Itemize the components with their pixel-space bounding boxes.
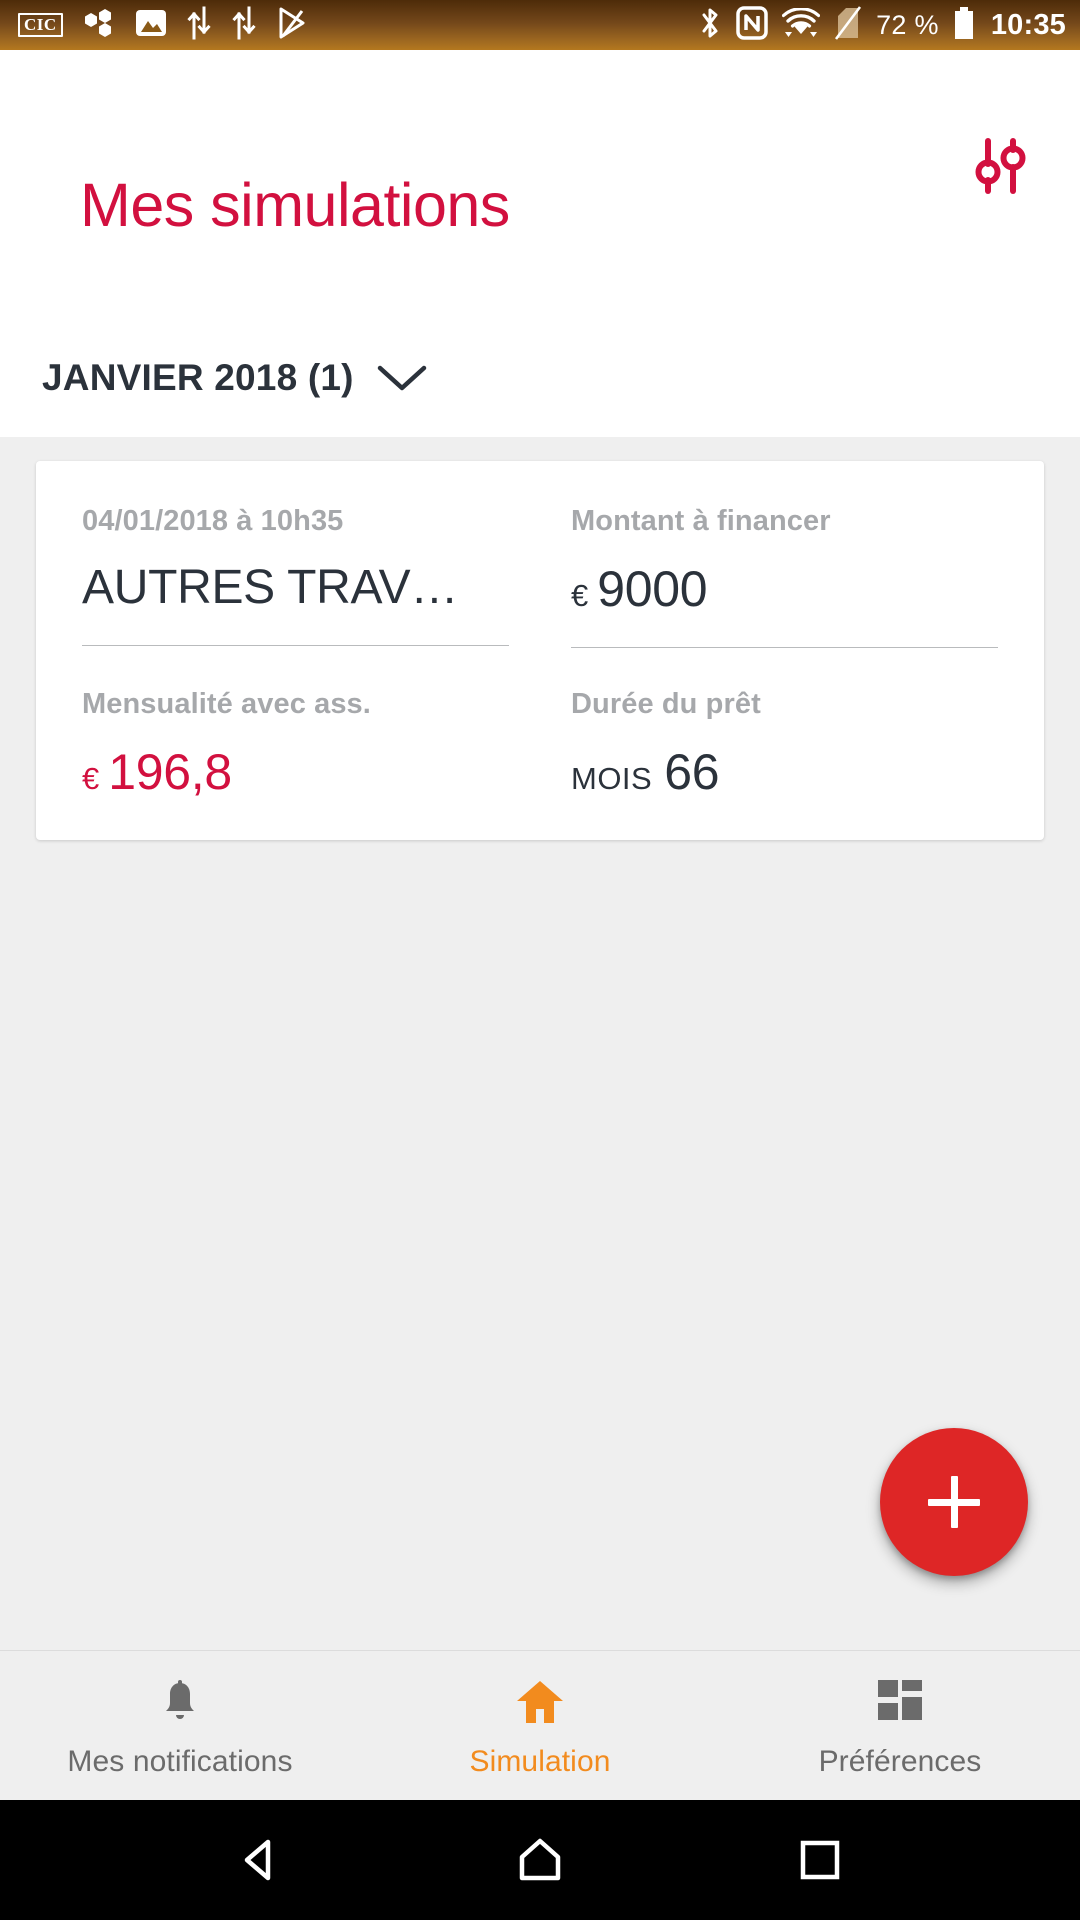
tab-preferences[interactable]: Préférences [720, 1651, 1080, 1800]
duration-value: MOIS 66 [571, 745, 998, 800]
simulations-list: 04/01/2018 à 10h35 AUTRES TRAV… Montant … [0, 437, 1080, 1650]
monthly-currency-unit: € [82, 761, 100, 796]
tab-simulation[interactable]: Simulation [360, 1651, 720, 1800]
status-bar-right-icons: 72 % 10:35 [698, 5, 1066, 45]
battery-icon [953, 6, 975, 45]
filter-sliders-icon[interactable] [962, 128, 1038, 204]
card-divider-left [82, 644, 509, 646]
status-bar: CIC 72 % 10:35 [0, 0, 1080, 50]
amount-label: Montant à financer [571, 505, 831, 537]
status-bar-left-icons: CIC [18, 6, 698, 45]
month-group-header[interactable]: JANVIER 2018 (1) [0, 236, 1080, 437]
page-title: Mes simulations [80, 171, 510, 239]
bluetooth-icon [698, 6, 722, 45]
amount-number: 9000 [597, 562, 708, 617]
data-transfer-icon [186, 6, 212, 45]
play-store-icon [276, 6, 310, 45]
monthly-payment-value: €196,8 [82, 745, 509, 800]
status-bar-clock: 10:35 [990, 8, 1066, 41]
simulation-date-cell: 04/01/2018 à 10h35 AUTRES TRAV… [82, 505, 509, 648]
amount-value: €9000 [571, 562, 998, 617]
duration-label: Durée du prêt [571, 688, 761, 720]
tab-label-preferences: Préférences [818, 1744, 982, 1778]
monthly-payment-cell: Mensualité avec ass. €196,8 [82, 648, 509, 800]
chevron-down-icon[interactable] [376, 362, 428, 399]
carrier-cic-icon: CIC [18, 13, 63, 37]
duration-number: 66 [664, 745, 720, 800]
plus-icon-vertical [950, 1476, 958, 1528]
amount-currency-unit: € [571, 578, 589, 613]
duration-unit: MOIS [571, 761, 653, 796]
bell-icon [157, 1679, 203, 1725]
wifi-icon [781, 6, 821, 43]
monthly-number: 196,8 [108, 745, 232, 800]
monthly-payment-label: Mensualité avec ass. [82, 688, 371, 720]
bottom-tab-bar: Mes notifications Simulation Préférences [0, 1650, 1080, 1800]
grid-tiles-icon [877, 1679, 923, 1725]
month-group-label: JANVIER 2018 (1) [42, 356, 354, 398]
back-triangle-icon[interactable] [205, 1805, 315, 1915]
photo-gallery-icon [135, 7, 167, 44]
home-outline-icon[interactable] [485, 1805, 595, 1915]
home-icon [516, 1679, 564, 1725]
duration-cell: Durée du prêt MOIS 66 [571, 648, 998, 800]
nfc-icon [736, 5, 768, 45]
android-system-nav [0, 1800, 1080, 1920]
simulation-card[interactable]: 04/01/2018 à 10h35 AUTRES TRAV… Montant … [36, 461, 1044, 840]
add-simulation-fab[interactable] [880, 1428, 1028, 1576]
amount-cell: Montant à financer €9000 [571, 505, 998, 648]
battery-percentage: 72 % [876, 9, 939, 40]
tab-label-notifications: Mes notifications [67, 1744, 293, 1778]
no-sim-icon [834, 5, 862, 45]
tab-label-simulation: Simulation [469, 1744, 611, 1778]
simulation-date: 04/01/2018 à 10h35 [82, 505, 344, 537]
simulation-project-type: AUTRES TRAV… [82, 562, 459, 614]
data-transfer-icon-2 [231, 6, 257, 45]
cluster-hexagons-icon [82, 6, 116, 45]
app-header: Mes simulations [0, 50, 1080, 236]
tab-mes-notifications[interactable]: Mes notifications [0, 1651, 360, 1800]
phone-screen: CIC 72 % 10:35 Mes simulations JANVIER 2… [0, 0, 1080, 1920]
recents-square-icon[interactable] [765, 1805, 875, 1915]
